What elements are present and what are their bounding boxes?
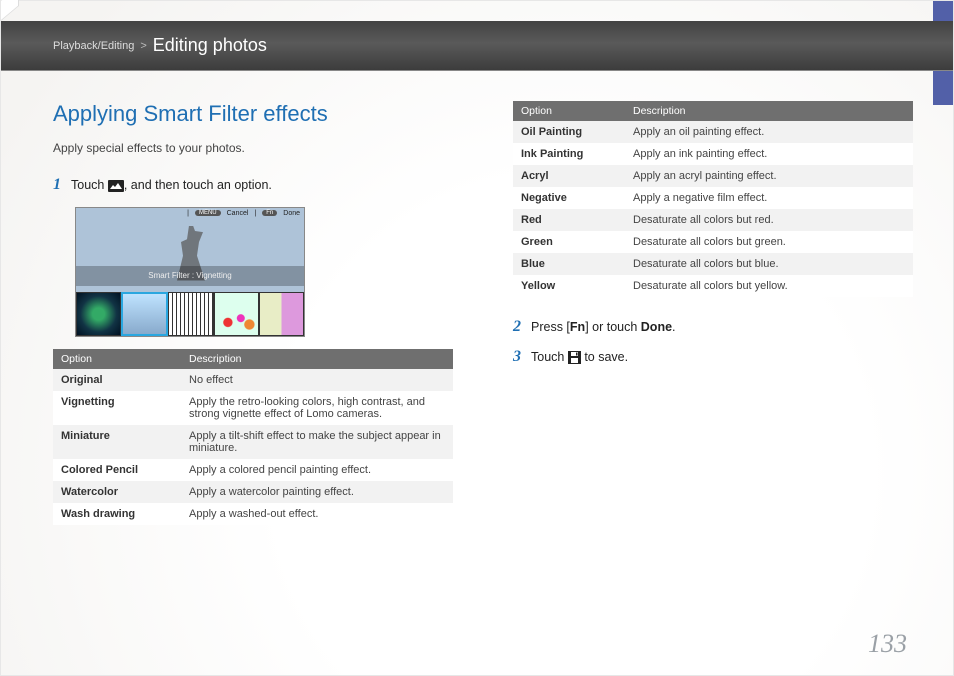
step-1-pre: Touch bbox=[71, 178, 108, 192]
step-2-done: Done bbox=[641, 320, 672, 334]
left-column: Applying Smart Filter effects Apply spec… bbox=[53, 101, 453, 635]
option-name: Blue bbox=[513, 253, 625, 275]
mock-thumb-watercolor bbox=[259, 292, 304, 336]
breadcrumb-page: Editing photos bbox=[153, 35, 267, 56]
page-number: 133 bbox=[868, 629, 907, 659]
mock-thumb-miniature bbox=[168, 292, 213, 336]
option-name: Vignetting bbox=[53, 391, 181, 425]
mock-menu-pill: MENU bbox=[195, 210, 221, 216]
section-intro: Apply special effects to your photos. bbox=[53, 141, 453, 155]
th-option: Option bbox=[53, 349, 181, 369]
step-3-pre: Touch bbox=[531, 350, 568, 364]
th-description: Description bbox=[625, 101, 913, 121]
option-name: Negative bbox=[513, 187, 625, 209]
option-desc: No effect bbox=[181, 369, 453, 391]
section-title: Applying Smart Filter effects bbox=[53, 101, 453, 127]
filter-icon bbox=[108, 180, 124, 192]
step-2-post: . bbox=[672, 320, 675, 334]
option-name: Original bbox=[53, 369, 181, 391]
option-desc: Desaturate all colors but blue. bbox=[625, 253, 913, 275]
option-name: Colored Pencil bbox=[53, 459, 181, 481]
fn-key-icon: Fn bbox=[570, 320, 585, 334]
step-2: 2 Press [Fn] or touch Done. bbox=[513, 319, 913, 337]
option-name: Ink Painting bbox=[513, 143, 625, 165]
option-desc: Apply a negative film effect. bbox=[625, 187, 913, 209]
option-desc: Desaturate all colors but green. bbox=[625, 231, 913, 253]
step-number: 1 bbox=[53, 177, 61, 193]
step-3: 3 Touch to save. bbox=[513, 349, 913, 367]
option-desc: Apply the retro-looking colors, high con… bbox=[181, 391, 453, 425]
option-name: Oil Painting bbox=[513, 121, 625, 143]
mock-fn-pill: Fn bbox=[262, 210, 277, 216]
step-1-text: Touch , and then touch an option. bbox=[71, 177, 272, 195]
page-corner-fold bbox=[1, 0, 19, 21]
option-desc: Apply a colored pencil painting effect. bbox=[181, 459, 453, 481]
table-row: Colored PencilApply a colored pencil pai… bbox=[53, 459, 453, 481]
header-band: Playback/Editing > Editing photos bbox=[1, 21, 953, 71]
options-table-right: Option Description Oil PaintingApply an … bbox=[513, 101, 913, 297]
option-desc: Apply an oil painting effect. bbox=[625, 121, 913, 143]
option-name: Wash drawing bbox=[53, 503, 181, 525]
option-desc: Apply a washed-out effect. bbox=[181, 503, 453, 525]
option-name: Yellow bbox=[513, 275, 625, 297]
step-1: 1 Touch , and then touch an option. bbox=[53, 177, 453, 195]
step-2-mid: ] or touch bbox=[585, 320, 641, 334]
step-number: 2 bbox=[513, 319, 521, 335]
table-row: WatercolorApply a watercolor painting ef… bbox=[53, 481, 453, 503]
breadcrumb-section: Playback/Editing bbox=[53, 40, 134, 52]
mock-thumb-original bbox=[76, 292, 121, 336]
step-3-post: to save. bbox=[581, 350, 628, 364]
table-row: Wash drawingApply a washed-out effect. bbox=[53, 503, 453, 525]
option-desc: Apply a watercolor painting effect. bbox=[181, 481, 453, 503]
mock-thumb-vignetting bbox=[121, 292, 168, 336]
table-row: OriginalNo effect bbox=[53, 369, 453, 391]
option-name: Acryl bbox=[513, 165, 625, 187]
th-description: Description bbox=[181, 349, 453, 369]
option-desc: Apply a tilt-shift effect to make the su… bbox=[181, 425, 453, 459]
option-name: Red bbox=[513, 209, 625, 231]
mock-cancel: Cancel bbox=[227, 210, 249, 217]
step-2-pre: Press [ bbox=[531, 320, 570, 334]
option-desc: Apply an acryl painting effect. bbox=[625, 165, 913, 187]
table-row: Ink PaintingApply an ink painting effect… bbox=[513, 143, 913, 165]
save-icon bbox=[568, 351, 581, 364]
table-row: NegativeApply a negative film effect. bbox=[513, 187, 913, 209]
step-2-text: Press [Fn] or touch Done. bbox=[531, 319, 676, 337]
breadcrumb-sep: > bbox=[140, 40, 146, 52]
options-table-left: Option Description OriginalNo effectVign… bbox=[53, 349, 453, 525]
table-row: GreenDesaturate all colors but green. bbox=[513, 231, 913, 253]
option-name: Watercolor bbox=[53, 481, 181, 503]
table-row: YellowDesaturate all colors but yellow. bbox=[513, 275, 913, 297]
screenshot-mock: | MENU Cancel | Fn Done Smart Filter : V… bbox=[75, 207, 305, 337]
table-row: Oil PaintingApply an oil painting effect… bbox=[513, 121, 913, 143]
mock-thumb-row bbox=[76, 292, 304, 336]
option-name: Green bbox=[513, 231, 625, 253]
option-desc: Desaturate all colors but yellow. bbox=[625, 275, 913, 297]
step-1-post: , and then touch an option. bbox=[124, 178, 272, 192]
mock-thumb-colored-pencil bbox=[214, 292, 259, 336]
option-name: Miniature bbox=[53, 425, 181, 459]
mock-band-label: Smart Filter : Vignetting bbox=[76, 266, 304, 286]
option-desc: Apply an ink painting effect. bbox=[625, 143, 913, 165]
table-row: BlueDesaturate all colors but blue. bbox=[513, 253, 913, 275]
right-column: Option Description Oil PaintingApply an … bbox=[513, 101, 913, 635]
mock-done: Done bbox=[283, 210, 300, 217]
page-root: Playback/Editing > Editing photos Applyi… bbox=[0, 0, 954, 676]
table-row: MiniatureApply a tilt-shift effect to ma… bbox=[53, 425, 453, 459]
mock-topbar: | MENU Cancel | Fn Done bbox=[187, 210, 300, 217]
th-option: Option bbox=[513, 101, 625, 121]
table-row: VignettingApply the retro-looking colors… bbox=[53, 391, 453, 425]
option-desc: Desaturate all colors but red. bbox=[625, 209, 913, 231]
step-number: 3 bbox=[513, 349, 521, 365]
table-row: AcrylApply an acryl painting effect. bbox=[513, 165, 913, 187]
table-row: RedDesaturate all colors but red. bbox=[513, 209, 913, 231]
step-3-text: Touch to save. bbox=[531, 349, 628, 367]
